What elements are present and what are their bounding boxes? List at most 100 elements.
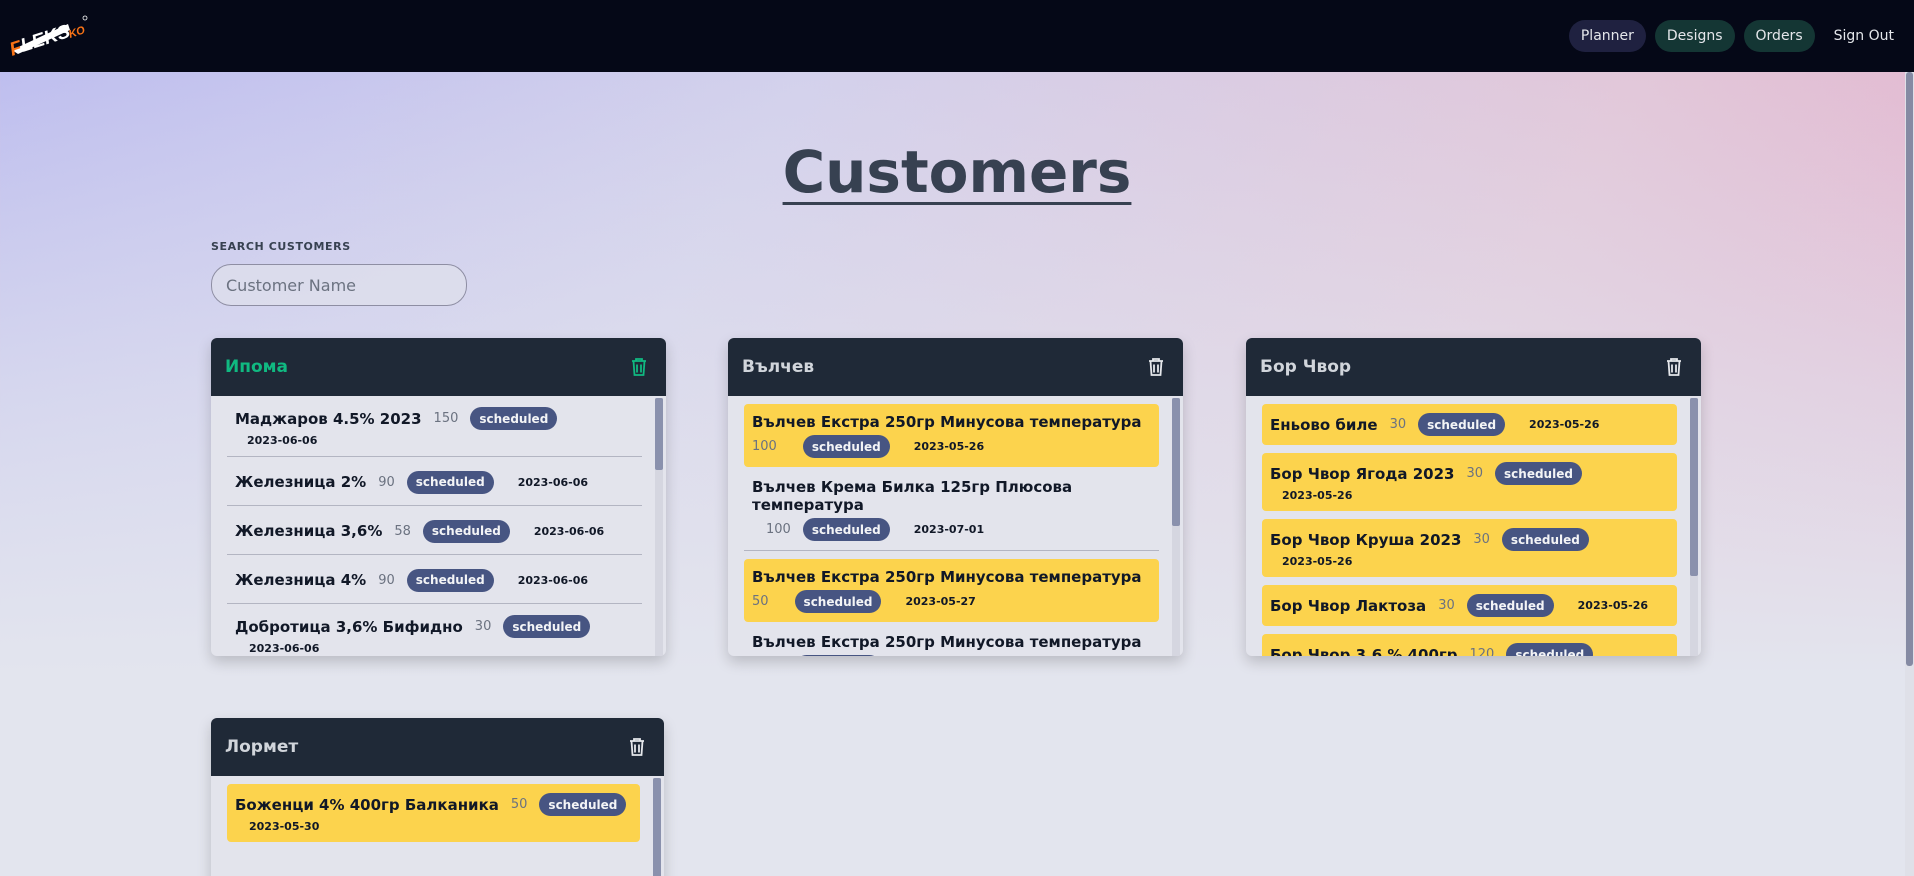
customer-name[interactable]: Вълчев bbox=[742, 357, 814, 377]
order-date: 2023-06-06 bbox=[533, 524, 605, 538]
order-date: 2023-05-26 bbox=[1577, 599, 1649, 612]
order-name: Вълчев Екстра 250гр Минусова температура bbox=[752, 413, 1142, 431]
order-date: 2023-06-06 bbox=[517, 475, 589, 489]
order-quantity: 50 bbox=[510, 797, 528, 812]
order-name: Бор Чвор Ягода 2023 bbox=[1270, 464, 1455, 483]
order-quantity: 90 bbox=[378, 572, 395, 588]
order-quantity: 58 bbox=[394, 523, 411, 539]
status-badge: scheduled bbox=[1466, 594, 1554, 617]
status-badge: scheduled bbox=[406, 568, 494, 592]
order-item[interactable]: Вълчев Крема Билка 125гр Плюсова темпера… bbox=[744, 467, 1159, 551]
trash-icon[interactable] bbox=[1145, 356, 1167, 378]
order-name: Вълчев Екстра 250гр Минусова температура bbox=[752, 633, 1142, 651]
trash-icon[interactable] bbox=[626, 736, 648, 758]
nav-planner[interactable]: Planner bbox=[1568, 20, 1646, 52]
order-name: Боженци 4% 400гр Балканика bbox=[235, 795, 499, 814]
order-item[interactable]: Железница 4% 90 scheduled 2023-06-06 bbox=[227, 555, 642, 604]
main-nav: Planner Designs Orders Sign Out bbox=[1568, 20, 1900, 52]
order-name: Вълчев Екстра 250гр Минусова температура bbox=[752, 568, 1142, 586]
order-item[interactable]: Железница 2% 90 scheduled 2023-06-06 bbox=[227, 457, 642, 506]
page-scrollbar[interactable] bbox=[1905, 72, 1914, 876]
status-badge: scheduled bbox=[470, 407, 558, 430]
top-navbar: F LEKS KO Planner Designs Orders Sign Ou… bbox=[0, 0, 1914, 72]
order-item[interactable]: Бор Чвор 3,6 % 400гр 120 scheduled 2023-… bbox=[1262, 634, 1677, 656]
customer-card: Лормет Боженци 4% 400гр Балканика 50 sch… bbox=[211, 718, 664, 876]
order-quantity: 30 bbox=[1466, 466, 1484, 481]
page-title: Customers bbox=[782, 138, 1132, 206]
scrollbar[interactable] bbox=[655, 398, 663, 656]
svg-text:LEKS: LEKS bbox=[18, 21, 73, 57]
order-date: 2023-06-06 bbox=[247, 434, 318, 447]
nav-orders[interactable]: Orders bbox=[1743, 20, 1815, 52]
status-badge: scheduled bbox=[802, 518, 890, 541]
order-quantity: 30 bbox=[474, 619, 492, 634]
status-badge: scheduled bbox=[1495, 462, 1582, 485]
customer-search-input[interactable] bbox=[211, 264, 467, 306]
order-list[interactable]: Вълчев Екстра 250гр Минусова температура… bbox=[728, 396, 1183, 656]
scrollbar-thumb[interactable] bbox=[1690, 398, 1698, 576]
brand-logo[interactable]: F LEKS KO bbox=[10, 10, 94, 62]
order-list[interactable]: Боженци 4% 400гр Балканика 50 scheduled … bbox=[211, 776, 664, 876]
order-date: 2023-07-01 bbox=[913, 523, 985, 536]
order-name: Железница 2% bbox=[235, 473, 367, 491]
scrollbar[interactable] bbox=[1690, 398, 1698, 656]
order-quantity: 120 bbox=[1469, 647, 1495, 656]
order-quantity: 30 bbox=[1389, 417, 1407, 432]
nav-designs[interactable]: Designs bbox=[1654, 20, 1735, 52]
order-item[interactable]: Боженци 4% 400гр Балканика 50 scheduled … bbox=[227, 784, 640, 842]
order-name: Вълчев Крема Билка 125гр Плюсова темпера… bbox=[752, 478, 1073, 514]
status-badge: scheduled bbox=[422, 519, 510, 543]
order-date: 2023-05-26 bbox=[1529, 418, 1600, 431]
status-badge: scheduled bbox=[1418, 413, 1506, 436]
status-badge: scheduled bbox=[794, 590, 882, 613]
order-name: Бор Чвор Круша 2023 bbox=[1270, 530, 1462, 549]
svg-text:KO: KO bbox=[67, 24, 87, 41]
scrollbar-thumb[interactable] bbox=[1172, 398, 1180, 526]
customer-card-header: Вълчев bbox=[728, 338, 1183, 396]
order-item[interactable]: Железница 3,6% 58 scheduled 2023-06-06 bbox=[227, 506, 642, 555]
order-quantity: 150 bbox=[433, 411, 459, 426]
order-item[interactable]: Вълчев Екстра 250гр Минусова температура… bbox=[744, 559, 1159, 622]
order-name: Бор Чвор 3,6 % 400гр bbox=[1270, 645, 1458, 657]
customer-card-header: Ипома bbox=[211, 338, 666, 396]
order-item[interactable]: Еньово биле 30 scheduled 2023-05-26 bbox=[1262, 404, 1677, 445]
order-quantity: 30 bbox=[1473, 532, 1490, 547]
order-item[interactable]: Бор Чвор Ягода 2023 30 scheduled 2023-05… bbox=[1262, 453, 1677, 511]
order-name: Добротица 3,6% Бифидно bbox=[235, 617, 463, 636]
order-name: Еньово биле bbox=[1270, 415, 1378, 434]
order-item[interactable]: Маджаров 4.5% 2023 150 scheduled 2023-06… bbox=[227, 396, 642, 457]
customer-name[interactable]: Ипома bbox=[225, 357, 288, 377]
customer-card: Ипома Маджаров 4.5% 2023 150 scheduled 2… bbox=[211, 338, 666, 656]
order-date: 2023-06-06 bbox=[249, 642, 320, 655]
scrollbar[interactable] bbox=[653, 778, 661, 876]
scrollbar-thumb[interactable] bbox=[655, 398, 663, 470]
order-item[interactable]: Бор Чвор Лактоза 30 scheduled 2023-05-26 bbox=[1262, 585, 1677, 626]
scrollbar-thumb[interactable] bbox=[653, 778, 661, 876]
sign-out-link[interactable]: Sign Out bbox=[1824, 20, 1900, 52]
order-item[interactable]: Бор Чвор Круша 2023 30 scheduled 2023-05… bbox=[1262, 519, 1677, 577]
order-quantity: 50 bbox=[752, 594, 769, 609]
status-badge: scheduled bbox=[1501, 528, 1589, 551]
status-badge: scheduled bbox=[503, 615, 591, 638]
order-date: 2023-05-26 bbox=[1282, 489, 1353, 502]
order-item[interactable]: Вълчев Екстра 250гр Минусова температура… bbox=[744, 622, 1159, 656]
search-label: SEARCH CUSTOMERS bbox=[211, 240, 351, 253]
customer-card-header: Бор Чвор bbox=[1246, 338, 1701, 396]
order-quantity: 100 bbox=[766, 522, 791, 537]
order-item[interactable]: Добротица 3,6% Бифидно 30 scheduled 2023… bbox=[227, 604, 642, 656]
order-list[interactable]: Маджаров 4.5% 2023 150 scheduled 2023-06… bbox=[211, 396, 666, 656]
scrollbar[interactable] bbox=[1172, 398, 1180, 656]
order-item[interactable]: Вълчев Екстра 250гр Минусова температура… bbox=[744, 404, 1159, 467]
trash-icon[interactable] bbox=[1663, 356, 1685, 378]
page-scrollbar-thumb[interactable] bbox=[1906, 72, 1913, 666]
order-name: Бор Чвор Лактоза bbox=[1270, 596, 1427, 615]
order-quantity: 100 bbox=[752, 439, 777, 454]
order-date: 2023-05-27 bbox=[905, 595, 976, 608]
order-date: 2023-05-26 bbox=[1282, 555, 1353, 568]
customer-name[interactable]: Бор Чвор bbox=[1260, 357, 1351, 377]
status-badge: scheduled bbox=[802, 435, 890, 458]
status-badge: scheduled bbox=[539, 793, 627, 816]
customer-name[interactable]: Лормет bbox=[225, 737, 298, 757]
trash-icon[interactable] bbox=[628, 356, 650, 378]
order-list[interactable]: Еньово биле 30 scheduled 2023-05-26 Бор … bbox=[1246, 396, 1701, 656]
